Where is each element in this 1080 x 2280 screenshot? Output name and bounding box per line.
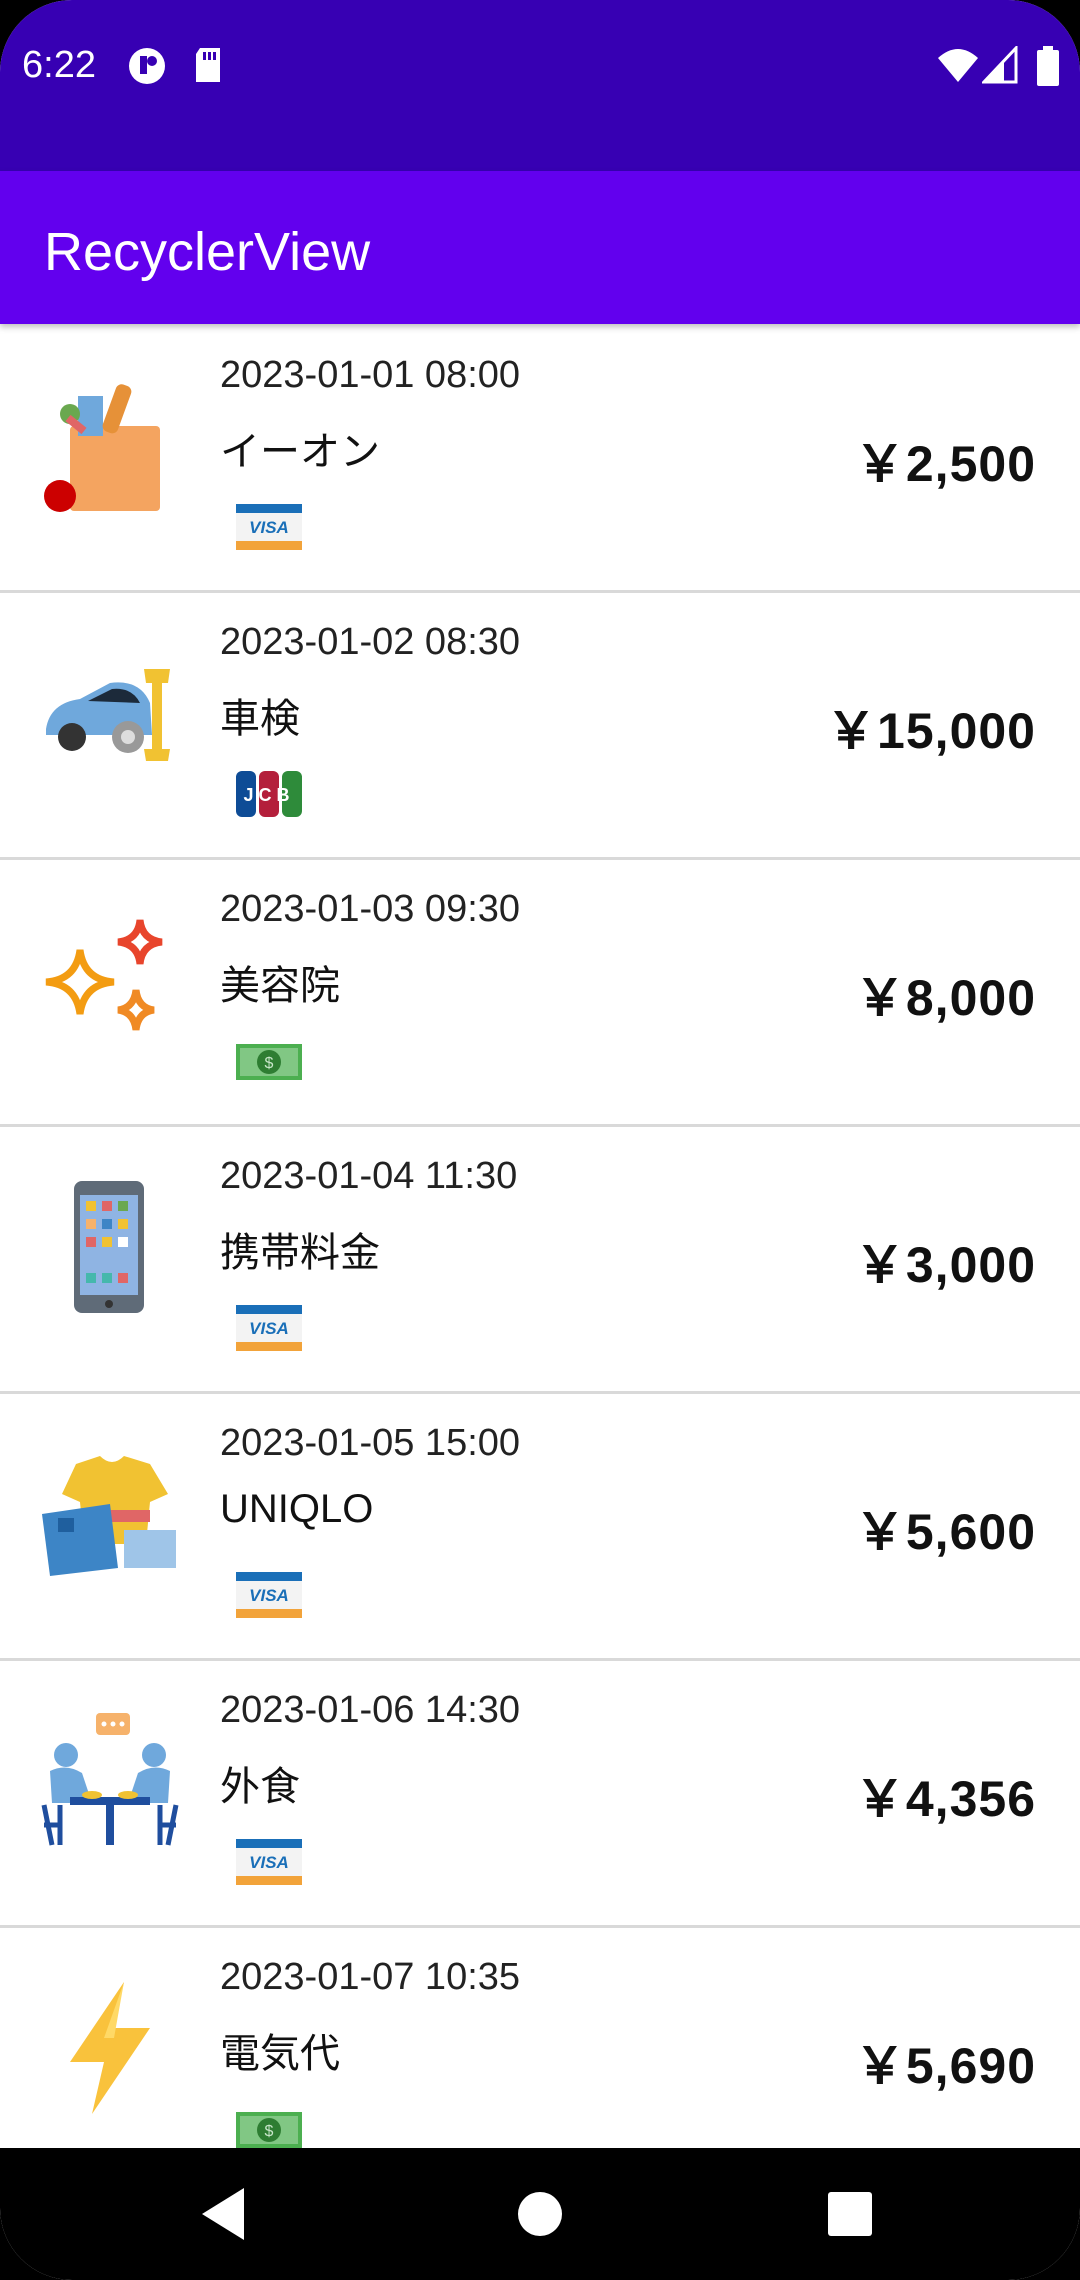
- visa-card-icon: VISA: [236, 1839, 302, 1885]
- svg-text:VISA: VISA: [249, 1853, 289, 1872]
- item-name: 電気代: [220, 2032, 340, 2076]
- item-amount: ￥5,600: [854, 1504, 1036, 1560]
- item-date: 2023-01-02 08:30: [220, 621, 521, 663]
- notification-app-icon: [129, 48, 165, 84]
- navigation-bar: [0, 2148, 1080, 2280]
- item-amount: ￥4,356: [854, 1771, 1036, 1827]
- cash-icon: $: [236, 2112, 302, 2148]
- list-item[interactable]: 2023-01-05 15:00 UNIQLO VISA ￥5,600: [0, 1392, 1080, 1661]
- sparkle-icon: [45, 919, 163, 1031]
- item-amount: ￥8,000: [854, 970, 1036, 1026]
- home-icon[interactable]: [504, 2178, 576, 2250]
- item-date: 2023-01-03 09:30: [220, 888, 521, 930]
- svg-text:$: $: [265, 1055, 274, 1072]
- visa-card-icon: VISA: [236, 1572, 302, 1618]
- car-repair-icon: [46, 669, 170, 761]
- back-icon[interactable]: [188, 2178, 260, 2250]
- item-name: UNIQLO: [220, 1487, 374, 1531]
- item-amount: ￥3,000: [854, 1237, 1036, 1293]
- wifi-icon: [938, 49, 978, 82]
- status-bar: 6:22: [0, 0, 1080, 171]
- app-title: RecyclerView: [44, 222, 371, 282]
- item-name: 携帯料金: [220, 1231, 380, 1275]
- svg-text:JCB: JCB: [243, 785, 294, 805]
- list-item[interactable]: 2023-01-01 08:00 イーオン VISA ￥2,500: [0, 324, 1080, 593]
- sd-card-icon: [196, 48, 220, 82]
- smartphone-icon: [74, 1181, 144, 1313]
- dining-icon: [41, 1713, 179, 1846]
- list-item[interactable]: 2023-01-04 11:30 携帯料金 VISA ￥3,000: [0, 1125, 1080, 1394]
- phone-screen: 6:22 RecyclerView 2023-01-01 08:00 イーオン …: [0, 0, 1080, 2280]
- item-date: 2023-01-01 08:00: [220, 354, 521, 396]
- cash-icon: $: [236, 1044, 302, 1080]
- list-item[interactable]: 2023-01-03 09:30 美容院 $ ￥8,000: [0, 858, 1080, 1127]
- recycler-list[interactable]: 2023-01-01 08:00 イーオン VISA ￥2,500 2023-0…: [0, 324, 1080, 2148]
- grocery-bag-icon: [44, 384, 160, 512]
- svg-text:VISA: VISA: [249, 1319, 289, 1338]
- jcb-card-icon: JCB: [236, 771, 302, 817]
- item-date: 2023-01-04 11:30: [220, 1155, 518, 1197]
- svg-text:$: $: [265, 2123, 274, 2140]
- clothes-icon: [42, 1456, 176, 1576]
- list-item[interactable]: 2023-01-07 10:35 電気代 $ ￥5,690: [0, 1926, 1080, 2148]
- item-amount: ￥5,690: [854, 2038, 1036, 2094]
- svg-text:VISA: VISA: [249, 518, 289, 537]
- item-name: 美容院: [220, 964, 340, 1008]
- visa-card-icon: VISA: [236, 504, 302, 550]
- visa-card-icon: VISA: [236, 1305, 302, 1351]
- item-amount: ￥15,000: [826, 703, 1036, 759]
- item-name: イーオン: [220, 430, 380, 474]
- app-bar: RecyclerView: [0, 171, 1080, 324]
- item-amount: ￥2,500: [854, 436, 1036, 492]
- recents-icon[interactable]: [814, 2178, 886, 2250]
- item-date: 2023-01-05 15:00: [220, 1422, 521, 1464]
- item-date: 2023-01-06 14:30: [220, 1689, 521, 1731]
- battery-icon: [1037, 46, 1059, 86]
- item-name: 外食: [220, 1765, 300, 1809]
- cellular-signal-icon: [982, 46, 1018, 84]
- list-item[interactable]: 2023-01-06 14:30 外食 VISA ￥4,356: [0, 1659, 1080, 1928]
- lightning-icon: [70, 1982, 150, 2114]
- item-name: 車検: [220, 697, 300, 741]
- item-date: 2023-01-07 10:35: [220, 1956, 521, 1998]
- svg-text:VISA: VISA: [249, 1586, 289, 1605]
- list-item[interactable]: 2023-01-02 08:30 車検 JCB ￥15,000: [0, 591, 1080, 860]
- status-time: 6:22: [22, 44, 96, 86]
